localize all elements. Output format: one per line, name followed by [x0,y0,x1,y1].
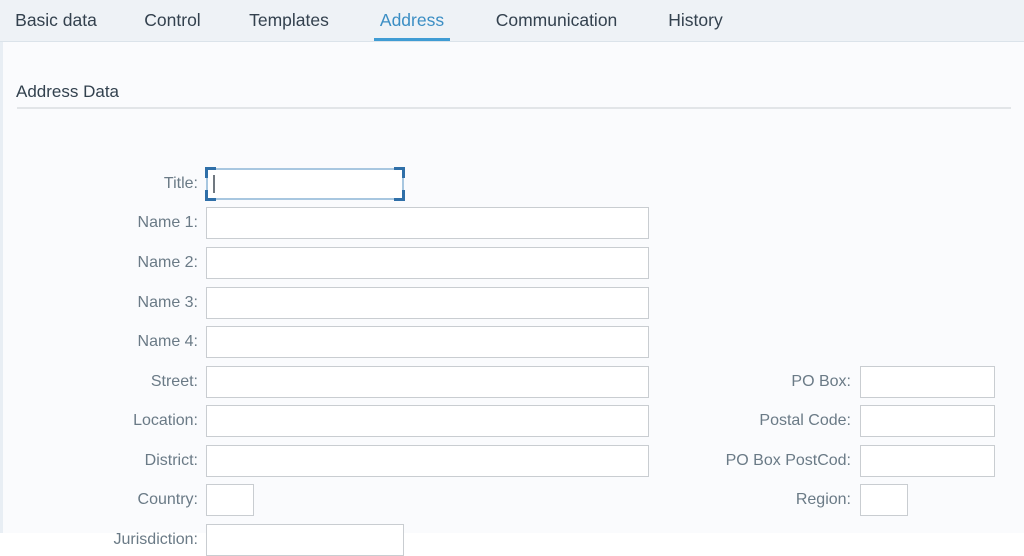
field-label-region: Region: [795,491,851,508]
field-row-region: Region: [3,484,908,516]
field-row-name-3: Name 3: [3,287,649,319]
field-row-title: Title: [3,167,405,201]
field-input-name-3[interactable] [206,287,649,319]
field-input-po-box[interactable] [860,366,995,398]
field-input-name-2[interactable] [206,247,649,279]
field-label-name-3: Name 3: [137,294,198,311]
tab-label: Communication [495,10,618,30]
field-input-region[interactable] [860,484,908,516]
tab-address[interactable]: Address [374,0,450,41]
field-label-name-4: Name 4: [137,333,198,350]
field-row-name-2: Name 2: [3,247,649,279]
field-input-title[interactable] [206,168,404,200]
field-input-postal-code[interactable] [860,405,995,437]
tab-templates[interactable]: Templates [241,0,337,41]
tab-history[interactable]: History [663,0,728,41]
tab-communication[interactable]: Communication [487,0,626,41]
tab-label: History [668,10,723,30]
field-label-postal-code: Postal Code: [759,412,851,429]
field-input-jurisdiction[interactable] [206,524,404,556]
field-focus-ring-title [205,167,405,201]
tab-bar: Basic data Control Templates Address Communi… [0,0,1024,42]
tab-label: Address [379,10,445,30]
tab-label: Basic data [15,10,97,30]
field-label-title: Title: [163,175,198,192]
field-row-name-1: Name 1: [3,207,649,239]
field-input-name-1[interactable] [206,207,649,239]
field-row-po-box: PO Box: [3,366,995,398]
field-input-po-box-postcod[interactable] [860,445,995,477]
field-row-postal-code: Postal Code: [3,405,995,437]
field-label-po-box-postcod: PO Box PostCod: [725,452,851,469]
field-row-po-box-postcod: PO Box PostCod: [3,445,995,477]
field-label-name-1: Name 1: [137,214,198,231]
field-label-jurisdiction: Jurisdiction: [113,531,198,548]
tab-basic-data[interactable]: Basic data [8,0,104,41]
address-form: Title: Name 1: Name 2: Name 3: Name 4: Street… [3,42,1024,556]
tab-control[interactable]: Control [136,0,209,41]
field-row-name-4: Name 4: [3,326,649,358]
field-label-po-box: PO Box: [791,373,851,390]
field-label-name-2: Name 2: [137,254,198,271]
field-input-name-4[interactable] [206,326,649,358]
tab-label: Templates [249,10,329,30]
tab-label: Control [144,10,201,30]
address-content-panel: Address Data Title: Name 1: Name 2: Name 3:… [0,42,1024,556]
field-row-jurisdiction: Jurisdiction: [3,524,404,556]
